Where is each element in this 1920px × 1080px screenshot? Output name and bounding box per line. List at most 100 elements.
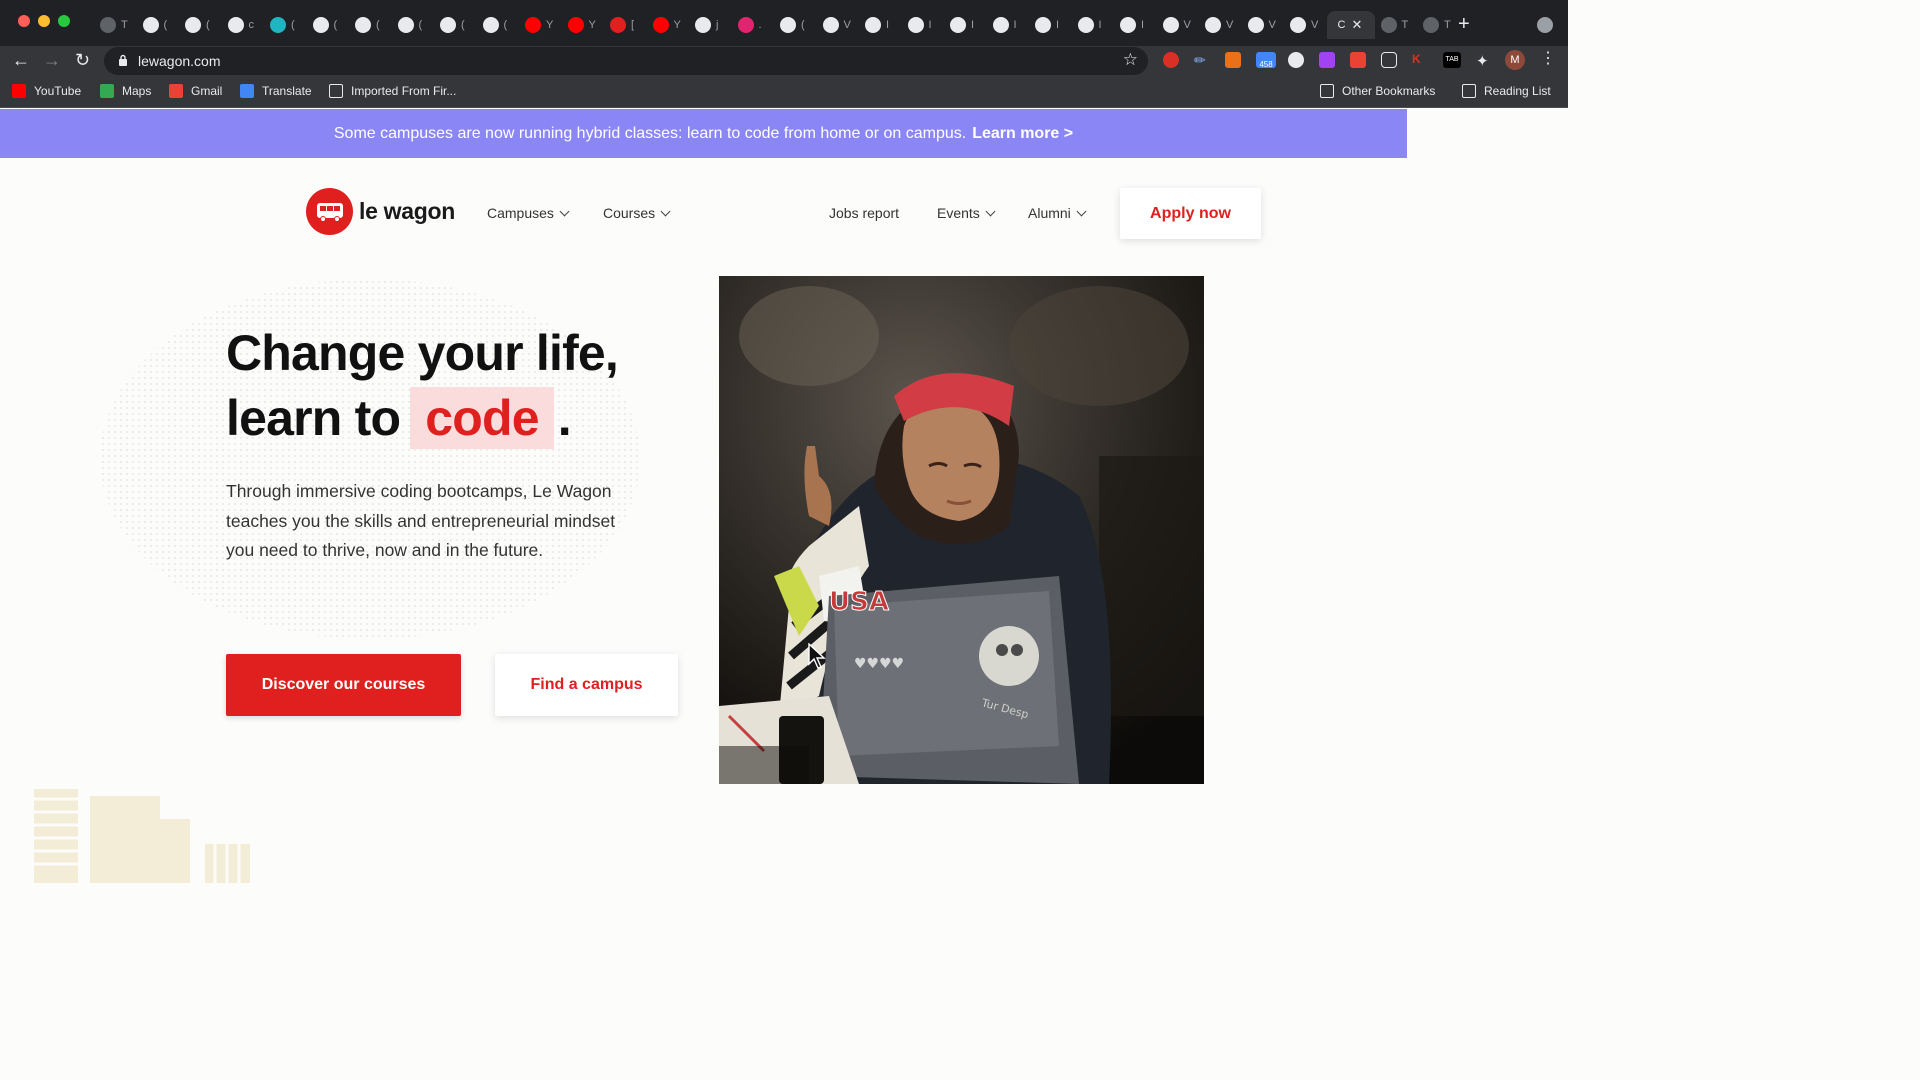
extension-orange-icon[interactable]	[1225, 52, 1241, 68]
browser-tab[interactable]: (	[349, 11, 392, 39]
bookmark-maps[interactable]: Maps	[100, 84, 151, 98]
extension-pen-icon[interactable]: ✏	[1194, 52, 1210, 68]
browser-tab[interactable]: T	[1417, 11, 1460, 39]
pocket-icon[interactable]	[1381, 52, 1397, 68]
browser-tab[interactable]: j	[689, 11, 732, 39]
github-icon	[440, 17, 456, 33]
other-bookmarks[interactable]: Other Bookmarks	[1320, 84, 1435, 98]
window-minimize-button[interactable]	[38, 15, 50, 27]
maps-icon	[100, 84, 114, 98]
tab-search-icon[interactable]	[1537, 17, 1553, 33]
bookmark-translate[interactable]: Translate	[240, 84, 312, 98]
browser-tab[interactable]: V	[1284, 11, 1327, 39]
browser-tab-title: I	[1098, 19, 1102, 31]
browser-tab[interactable]: (	[477, 11, 520, 39]
browser-tab-title: V	[1311, 19, 1319, 31]
extension-red-icon[interactable]	[1163, 52, 1179, 68]
window-zoom-button[interactable]	[58, 15, 70, 27]
browser-tab[interactable]: I	[902, 11, 945, 39]
hero-photo: USA ♥♥♥♥ Tur Desp	[719, 276, 1204, 784]
browser-tab[interactable]: (	[179, 11, 222, 39]
bookmarks-bar: YouTube Maps Gmail Translate Imported From F…	[0, 76, 1568, 108]
learn-more-link[interactable]: Learn more >	[972, 125, 1073, 143]
bookmark-star-icon[interactable]: ☆	[1123, 50, 1138, 70]
nav-campuses[interactable]: Campuses	[487, 205, 570, 221]
nav-jobs-report[interactable]: Jobs report	[829, 205, 899, 221]
browser-tab[interactable]: (	[774, 11, 817, 39]
bookmark-imported-from-fir[interactable]: Imported From Fir...	[329, 84, 456, 98]
profile-initial: M	[1510, 54, 1520, 66]
le-wagon-logo[interactable]: le wagon	[306, 188, 455, 235]
address-bar[interactable]: lewagon.com ☆	[104, 47, 1148, 75]
browser-tab-active[interactable]: C ✕	[1326, 11, 1375, 39]
extension-k-icon[interactable]: K	[1412, 52, 1428, 68]
nav-courses[interactable]: Courses	[603, 205, 671, 221]
hero-description: Through immersive coding bootcamps, Le W…	[226, 481, 616, 560]
record-icon	[737, 17, 754, 33]
browser-tab[interactable]: (	[307, 11, 350, 39]
browser-tab[interactable]: Y	[519, 11, 562, 39]
browser-tab[interactable]: I	[1072, 11, 1115, 39]
extension-badge-icon[interactable]: 458	[1256, 52, 1276, 69]
extensions-puzzle-icon[interactable]: ✦	[1476, 52, 1492, 70]
browser-tab[interactable]: I	[987, 11, 1030, 39]
discover-courses-button[interactable]: Discover our courses	[226, 654, 461, 716]
extension-tab-icon[interactable]: TAB	[1443, 52, 1461, 68]
translate-icon	[240, 84, 254, 98]
browser-tab-title: (	[503, 19, 508, 31]
nav-alumni[interactable]: Alumni	[1028, 205, 1087, 221]
chevron-down-icon	[1076, 206, 1087, 216]
browser-tab[interactable]: c	[222, 11, 265, 39]
photo-shirt-text: USA	[829, 587, 889, 617]
browser-tab[interactable]: V	[1242, 11, 1285, 39]
profile-avatar[interactable]: M	[1505, 50, 1525, 70]
browser-tab-title: C	[1337, 19, 1346, 31]
browser-tab[interactable]: (	[264, 11, 307, 39]
reading-list[interactable]: Reading List	[1462, 84, 1551, 98]
window-close-button[interactable]	[18, 15, 30, 27]
bookmark-label: Translate	[262, 84, 312, 98]
wikipedia-icon	[1162, 17, 1179, 33]
back-arrow-icon[interactable]: ←	[12, 50, 30, 70]
bookmark-gmail[interactable]: Gmail	[169, 84, 222, 98]
bookmark-youtube[interactable]: YouTube	[12, 84, 81, 98]
github-icon	[482, 17, 499, 33]
bus-icon	[306, 188, 353, 235]
browser-tab[interactable]: I	[1114, 11, 1157, 39]
extension-purple-icon[interactable]	[1319, 52, 1335, 68]
browser-tab-title: V	[1226, 19, 1234, 31]
browser-tab[interactable]: (	[137, 11, 180, 39]
browser-tab-title: Y	[588, 19, 596, 31]
apply-now-button[interactable]: Apply now	[1120, 188, 1261, 239]
find-campus-button[interactable]: Find a campus	[495, 654, 678, 716]
new-tab-button[interactable]: +	[1458, 13, 1470, 35]
browser-tab[interactable]: I	[1029, 11, 1072, 39]
browser-tab[interactable]: Y	[562, 11, 605, 39]
browser-tab[interactable]: (	[392, 11, 435, 39]
extension-card-icon[interactable]	[1350, 52, 1366, 68]
address-bar-url: lewagon.com	[138, 53, 221, 69]
browser-menu-icon[interactable]: ⋮	[1540, 51, 1556, 68]
reload-icon[interactable]: ↻	[75, 50, 90, 70]
youtube-icon	[525, 17, 541, 33]
browser-tab[interactable]: V	[1157, 11, 1200, 39]
bookmark-label: YouTube	[34, 84, 82, 98]
medium-icon	[1035, 17, 1051, 33]
browser-tab[interactable]: T	[94, 11, 137, 39]
extension-circle-icon[interactable]	[1288, 52, 1304, 68]
browser-tab[interactable]: [	[604, 11, 647, 39]
browser-tab[interactable]: (	[434, 11, 477, 39]
tab-close-icon[interactable]: ✕	[1351, 17, 1362, 33]
folder-icon	[329, 84, 343, 98]
browser-tab[interactable]: V	[1199, 11, 1242, 39]
browser-tab[interactable]: I	[859, 11, 902, 39]
folder-icon	[1320, 84, 1334, 98]
browser-tab[interactable]: T	[1375, 11, 1418, 39]
browser-tab[interactable]: V	[817, 11, 860, 39]
forward-arrow-icon[interactable]: →	[43, 50, 61, 70]
browser-tab[interactable]: I	[944, 11, 987, 39]
browser-tab[interactable]: .	[732, 11, 775, 39]
youtube-icon	[567, 17, 584, 33]
nav-events[interactable]: Events	[937, 205, 996, 221]
browser-tab[interactable]: Y	[647, 11, 690, 39]
